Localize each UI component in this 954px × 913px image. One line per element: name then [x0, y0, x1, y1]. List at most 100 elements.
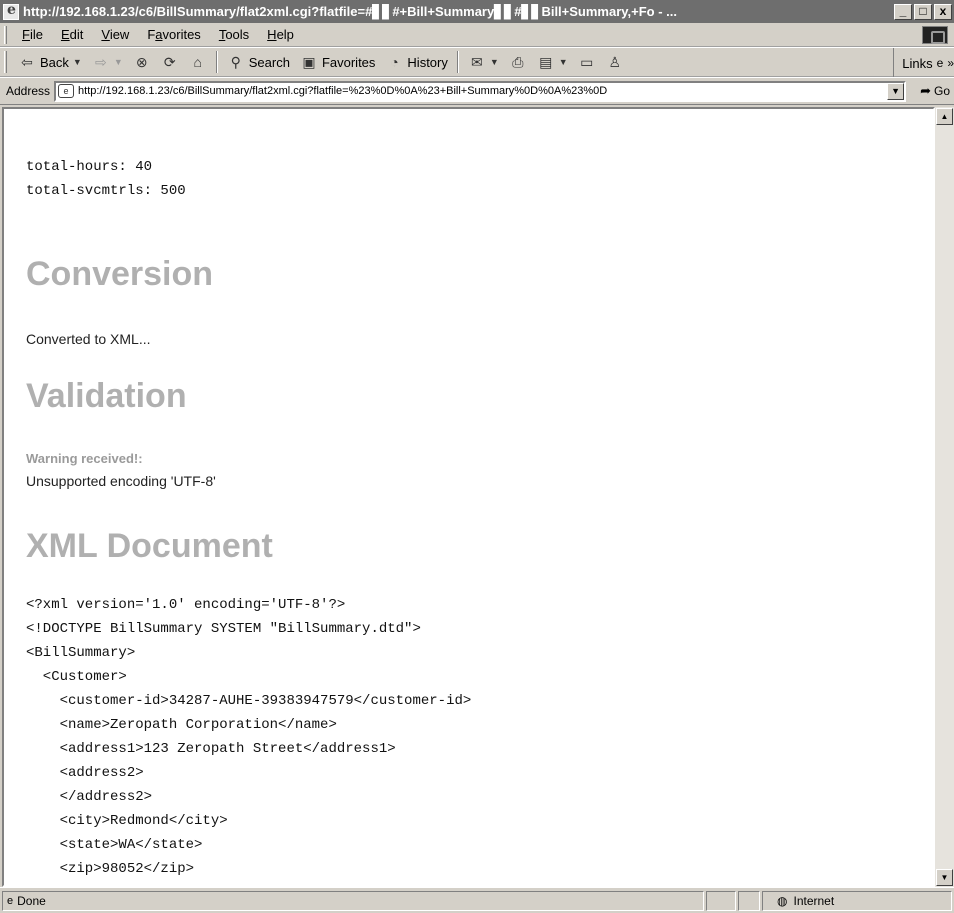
menu-view[interactable]: View: [92, 27, 138, 42]
back-button[interactable]: ⇦ Back ▼: [13, 53, 87, 71]
go-arrow-icon: ➦: [920, 83, 931, 98]
xml-line: <state>WA</state>: [26, 837, 203, 853]
page-icon: e: [58, 84, 75, 98]
validation-heading: Validation: [26, 377, 187, 415]
summary-line: total-svcmtrls: 500: [26, 183, 186, 199]
menu-edit[interactable]: Edit: [52, 27, 92, 42]
scroll-up-icon[interactable]: ▲: [936, 108, 953, 125]
favorites-label: Favorites: [321, 54, 376, 70]
mail-dropdown-icon[interactable]: ▼: [490, 57, 499, 67]
back-arrow-icon: ⇦: [21, 54, 33, 70]
menu-file[interactable]: File: [13, 27, 52, 42]
xml-line: <name>Zeropath Corporation</name>: [26, 717, 337, 733]
page-done-icon: e: [7, 894, 14, 907]
menu-view-key: V: [101, 27, 110, 42]
status-panel: [738, 890, 760, 911]
menu-tools[interactable]: Tools: [210, 27, 258, 42]
favorites-button[interactable]: ▣ Favorites: [295, 53, 380, 71]
xml-code-block: <?xml version='1.0' encoding='UTF-8'?> <…: [26, 593, 471, 881]
xml-line: <BillSummary>: [26, 645, 136, 661]
mail-button[interactable]: ✉ ▼: [463, 53, 504, 71]
messenger-icon: ♙: [608, 54, 621, 70]
xml-line: <address1>123 Zeropath Street</address1>: [26, 741, 396, 757]
standard-toolbar: ⇦ Back ▼ ⇨ ▼ ⊗ ⟳ ⌂ ⚲ Search ▣ Favorites …: [0, 47, 954, 78]
address-url: http://192.168.1.23/c6/BillSummary/flat2…: [78, 85, 608, 97]
address-bar: Address e http://192.168.1.23/c6/BillSum…: [0, 77, 954, 105]
zone-label: Internet: [793, 893, 835, 908]
go-button[interactable]: ➦ Go: [920, 83, 950, 99]
mail-icon: ✉: [471, 54, 483, 70]
menu-grip: [4, 25, 7, 44]
menu-edit-label: dit: [69, 27, 84, 42]
xml-line: <?xml version='1.0' encoding='UTF-8'?>: [26, 597, 346, 613]
print-button[interactable]: ⎙: [504, 53, 532, 71]
maximize-button[interactable]: □: [914, 3, 932, 20]
discuss-button[interactable]: ▭: [573, 53, 601, 71]
forward-button[interactable]: ⇨ ▼: [87, 53, 128, 71]
messenger-button[interactable]: ♙: [601, 53, 629, 71]
page-viewport[interactable]: total-hours: 40 total-svcmtrls: 500 Conv…: [2, 107, 935, 887]
status-text: Done: [17, 893, 46, 908]
toolbar-separator: [456, 51, 459, 73]
xml-line: <customer-id>34287-AUHE-39383947579</cus…: [26, 693, 472, 709]
window-controls: _ □ x: [894, 3, 952, 20]
minimize-button[interactable]: _: [894, 3, 912, 20]
vertical-scrollbar[interactable]: ▲ ▼: [935, 107, 954, 887]
links-toolbar[interactable]: Links e »: [893, 48, 954, 78]
forward-arrow-icon: ⇨: [94, 54, 107, 70]
menu-help[interactable]: Help: [258, 27, 303, 42]
history-button[interactable]: ◔ History: [380, 53, 452, 71]
menu-favorites[interactable]: Favorites: [138, 27, 209, 42]
links-ie-icon: e: [936, 56, 944, 70]
address-input[interactable]: e http://192.168.1.23/c6/BillSummary/fla…: [54, 80, 907, 102]
search-button[interactable]: ⚲ Search: [222, 53, 295, 71]
menu-favorites-label: vorites: [162, 27, 201, 42]
windows-logo-icon: [922, 26, 948, 44]
chevron-more-icon[interactable]: »: [947, 56, 954, 70]
back-label: Back: [40, 54, 69, 70]
menu-view-label: iew: [109, 27, 130, 42]
security-zone: ◍ Internet: [762, 890, 952, 911]
xml-document-heading: XML Document: [26, 527, 273, 565]
xml-line: <zip>98052</zip>: [26, 861, 195, 877]
history-label: History: [407, 54, 448, 70]
window-title: http://192.168.1.23/c6/BillSummary/flat2…: [23, 3, 678, 19]
menu-favorites-key: a: [155, 27, 163, 42]
print-icon: ⎙: [512, 54, 524, 70]
stop-button[interactable]: ⊗: [128, 53, 156, 71]
home-button[interactable]: ⌂: [184, 53, 212, 71]
address-label: Address: [6, 84, 51, 98]
status-message: e Done: [2, 890, 704, 911]
summary-line: total-hours: 40: [26, 159, 153, 175]
scroll-down-icon[interactable]: ▼: [936, 869, 953, 886]
search-label: Search: [248, 54, 290, 70]
warning-label: Warning received!:: [26, 451, 143, 466]
edit-button[interactable]: ▤ ▼: [532, 53, 573, 71]
xml-line: <Customer>: [26, 669, 127, 685]
title-bar: http://192.168.1.23/c6/BillSummary/flat2…: [0, 0, 954, 23]
address-dropdown-icon[interactable]: ▼: [887, 82, 905, 100]
menu-help-key: H: [267, 27, 277, 42]
xml-line: </address2>: [26, 789, 153, 805]
stop-icon: ⊗: [135, 54, 148, 70]
menu-bar: File Edit View Favorites Tools Help: [0, 23, 954, 47]
xml-line: <city>Redmond</city>: [26, 813, 228, 829]
refresh-button[interactable]: ⟳: [156, 53, 184, 71]
menu-help-label: elp: [276, 27, 294, 42]
menu-edit-key: E: [60, 27, 70, 42]
go-label: Go: [933, 84, 950, 98]
menu-file-key: F: [22, 27, 30, 42]
edit-page-icon: ▤: [539, 54, 553, 70]
refresh-icon: ⟳: [163, 54, 176, 70]
links-label: Links: [902, 55, 933, 71]
search-icon: ⚲: [230, 54, 241, 70]
menu-file-label: ile: [29, 27, 43, 42]
forward-dropdown-icon[interactable]: ▼: [114, 57, 123, 67]
status-panel: [706, 890, 736, 911]
back-dropdown-icon[interactable]: ▼: [73, 57, 82, 67]
close-button[interactable]: x: [934, 3, 952, 20]
discuss-icon: ▭: [580, 54, 594, 70]
conversion-heading: Conversion: [26, 255, 214, 293]
edit-dropdown-icon[interactable]: ▼: [559, 57, 568, 67]
home-icon: ⌂: [193, 54, 202, 70]
